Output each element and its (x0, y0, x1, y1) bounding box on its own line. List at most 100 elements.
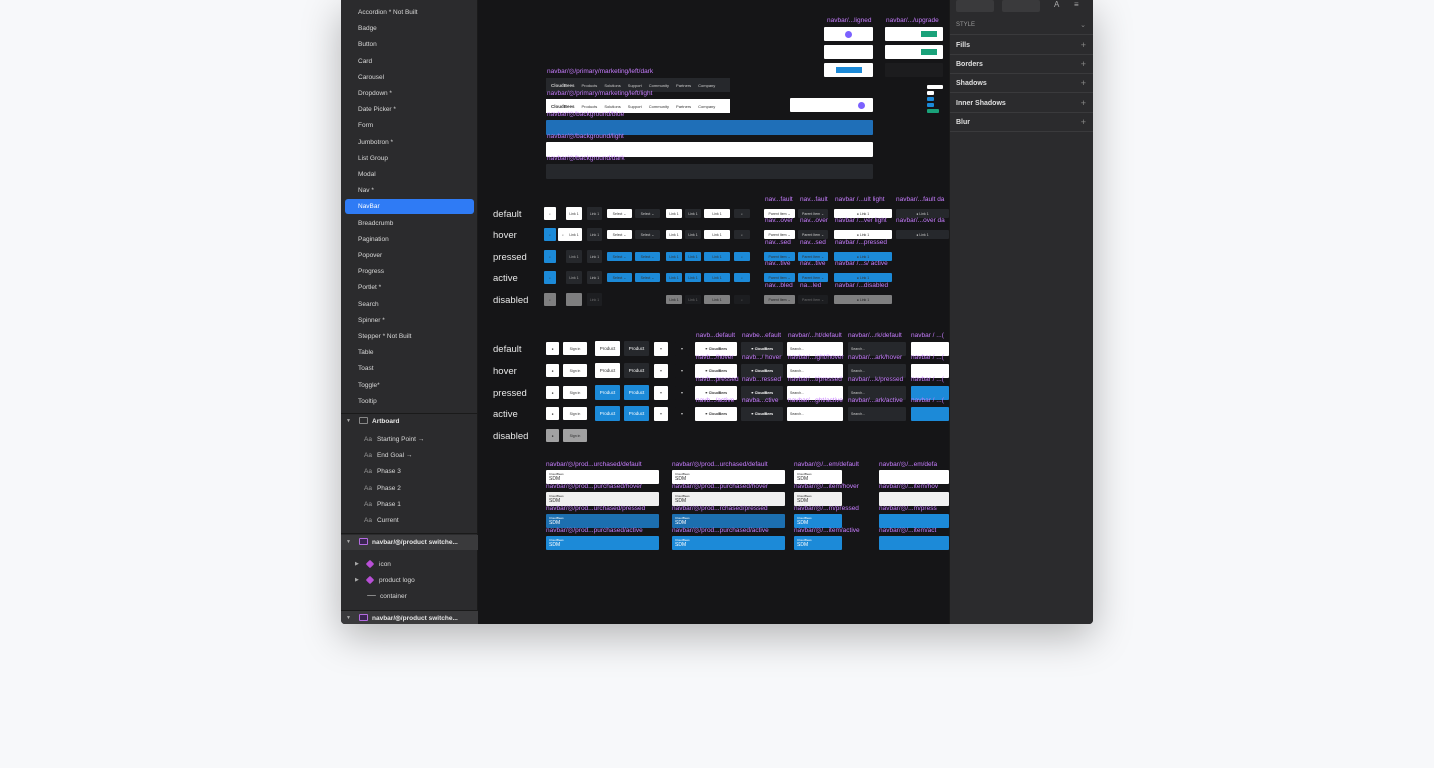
sidebar-item[interactable]: Toast (345, 361, 474, 376)
link-logo-icon[interactable]: ⚭ (654, 364, 668, 378)
sidebar-item[interactable]: Dropdown * (345, 86, 474, 101)
sidebar-item[interactable]: Portlet * (345, 280, 474, 295)
artboard-label[interactable]: navbar/◎/...item/active (794, 526, 860, 534)
sidebar-item[interactable]: Form (345, 118, 474, 133)
user-item-light[interactable]: ● Link 1 (834, 295, 892, 304)
layer-group-symbol[interactable]: ▼ navbar/◎/product switche... (341, 535, 478, 550)
artboard-label[interactable]: navbar / ...( (911, 376, 944, 383)
artboard-label[interactable]: nav...tive (765, 260, 791, 267)
nav-link[interactable]: Company (698, 104, 715, 109)
navbar-thumb[interactable] (824, 63, 873, 77)
nav-link[interactable]: Support (628, 104, 642, 109)
parent-item[interactable]: Parent Item ⌄ (764, 273, 795, 282)
caret-right-icon[interactable]: ▶ (355, 573, 359, 588)
artboard-label[interactable]: navbar/◎/prod...purchased/hover (546, 482, 642, 490)
artboard-label[interactable]: navb.../hover (696, 354, 734, 361)
search-icon-button[interactable]: ⌕ (544, 293, 556, 306)
link-logo-icon[interactable]: ⚭ (675, 386, 689, 400)
user-item-light[interactable]: ● Link 1 (834, 230, 892, 239)
layer-text[interactable]: Aa Phase 3 (345, 464, 474, 479)
link-button[interactable]: Link 1 (566, 228, 582, 241)
product-switcher-item[interactable]: CloudBees SDM (546, 536, 659, 550)
plus-icon[interactable]: + (1081, 36, 1086, 55)
link-logo-icon[interactable]: ⚭ (675, 407, 689, 421)
artboard-label[interactable]: navb...pressed (696, 376, 739, 383)
nav-link[interactable]: Partners (676, 104, 691, 109)
product-button[interactable]: Product (595, 363, 620, 378)
dropdown[interactable]: Select ⌄ (607, 273, 632, 282)
nav-link[interactable]: Products (582, 104, 598, 109)
link-logo-icon[interactable]: ⚭ (675, 364, 689, 378)
artboard-label[interactable]: navbar/◎/prod...purchased/active (546, 526, 643, 534)
nav-link-cell[interactable]: ⌕ (734, 209, 750, 218)
nav-link-cell[interactable]: ⌕ (734, 273, 750, 282)
layer-group-symbol[interactable]: ▼ navbar/◎/product switche... (341, 611, 478, 624)
sidebar-item[interactable]: Button (345, 37, 474, 52)
nav-link[interactable]: Solutions (604, 104, 620, 109)
nav-link-cell[interactable]: Link 1 (704, 252, 730, 261)
inspector-field[interactable] (956, 0, 994, 12)
artboard-label[interactable]: navbar/...ht/default (788, 332, 842, 339)
nav-link-cell[interactable]: Link 1 (704, 295, 730, 304)
search-icon-button[interactable]: ⌕ (544, 271, 556, 284)
inspector-section[interactable]: Inner Shadows + (950, 94, 1093, 113)
nav-link[interactable]: Community (649, 104, 669, 109)
sidebar-item[interactable]: Tooltip (345, 394, 474, 409)
artboard-label[interactable]: nav...over (800, 217, 828, 224)
artboard-label[interactable]: navbar/...k/pressed (848, 376, 903, 383)
dropdown[interactable]: Select ⌄ (635, 252, 660, 261)
artboard-label[interactable]: nav...sed (800, 239, 826, 246)
nav-link-cell[interactable]: Link 1 (666, 209, 682, 218)
plus-icon[interactable]: + (1081, 94, 1086, 113)
artboard-label[interactable]: navb.../active (696, 397, 734, 404)
artboard-label[interactable]: navbar /...s/ active (835, 260, 888, 267)
sidebar-item[interactable]: Jumbotron * (345, 135, 474, 150)
navbar-thumb[interactable] (790, 98, 873, 112)
artboard-label[interactable]: navbar/...ark/hover (848, 354, 902, 361)
caret-down-icon[interactable]: ▼ (346, 535, 351, 550)
nav-link-cell[interactable]: Link 1 (704, 273, 730, 282)
navbar-thumb[interactable] (824, 45, 873, 59)
artboard-label[interactable]: navb.../ hover (742, 354, 781, 361)
nav-link-cell[interactable]: Link 1 (685, 230, 701, 239)
artboard-label[interactable]: navbar / ...( (911, 397, 944, 404)
product-button[interactable]: Product (595, 341, 620, 356)
inspector-section[interactable]: Borders + (950, 55, 1093, 75)
artboard-label[interactable]: navbar/...over da (896, 217, 945, 224)
dropdown[interactable]: Select ⌄ (607, 209, 632, 218)
product-button-dark[interactable]: Product (624, 363, 649, 378)
sidebar-item[interactable]: Pagination (345, 232, 474, 247)
artboard-label[interactable]: navbar /...disabled (835, 282, 888, 289)
link-button[interactable]: Link 1 (566, 250, 582, 263)
sidebar-item[interactable]: Progress (345, 264, 474, 279)
search-input[interactable]: Search... (787, 407, 843, 421)
avatar-button[interactable]: ● (546, 407, 559, 420)
navbar-thumb[interactable] (824, 27, 873, 41)
artboard-label[interactable]: navbar/◎/prod...urchased/default (672, 460, 768, 468)
artboard-label[interactable]: navbar/◎/prod...purchased/hover (672, 482, 768, 490)
layer-text[interactable]: Aa Starting Point → (345, 432, 474, 447)
artboard-label[interactable]: nav...fault (800, 196, 828, 203)
plus-icon[interactable]: + (1081, 113, 1086, 132)
artboard-label[interactable]: navbar /...pressed (835, 239, 887, 246)
link-button[interactable]: Link 1 (566, 207, 582, 220)
link-button-dark[interactable]: Link 1 (587, 271, 602, 284)
layer-text[interactable]: Aa Phase 1 (345, 497, 474, 512)
nav-link-cell[interactable]: Link 1 (704, 209, 730, 218)
artboard-label[interactable]: navb...ressed (742, 376, 781, 383)
brand-logo[interactable]: ⚭ CloudBees (695, 407, 737, 421)
navbar-thumb[interactable] (885, 27, 943, 41)
parent-item[interactable]: Parent Item ⌄ (798, 273, 828, 282)
sidebar-item[interactable]: Date Picker * (345, 102, 474, 117)
dropdown[interactable]: Select ⌄ (635, 273, 660, 282)
user-item-dark[interactable]: ● Link 1 (896, 230, 949, 239)
parent-item[interactable]: Parent Item ⌄ (798, 295, 828, 304)
parent-item[interactable]: Parent Item ⌄ (764, 295, 795, 304)
nav-link-cell[interactable]: Link 1 (685, 273, 701, 282)
product-switcher-item[interactable] (879, 536, 949, 550)
product-button-dark[interactable]: Product (624, 385, 649, 400)
product-button[interactable]: Product (595, 385, 620, 400)
inspector-section[interactable]: Shadows + (950, 74, 1093, 94)
artboard-label[interactable]: navbar /...ult light (835, 196, 885, 203)
plus-icon[interactable]: + (1081, 55, 1086, 74)
